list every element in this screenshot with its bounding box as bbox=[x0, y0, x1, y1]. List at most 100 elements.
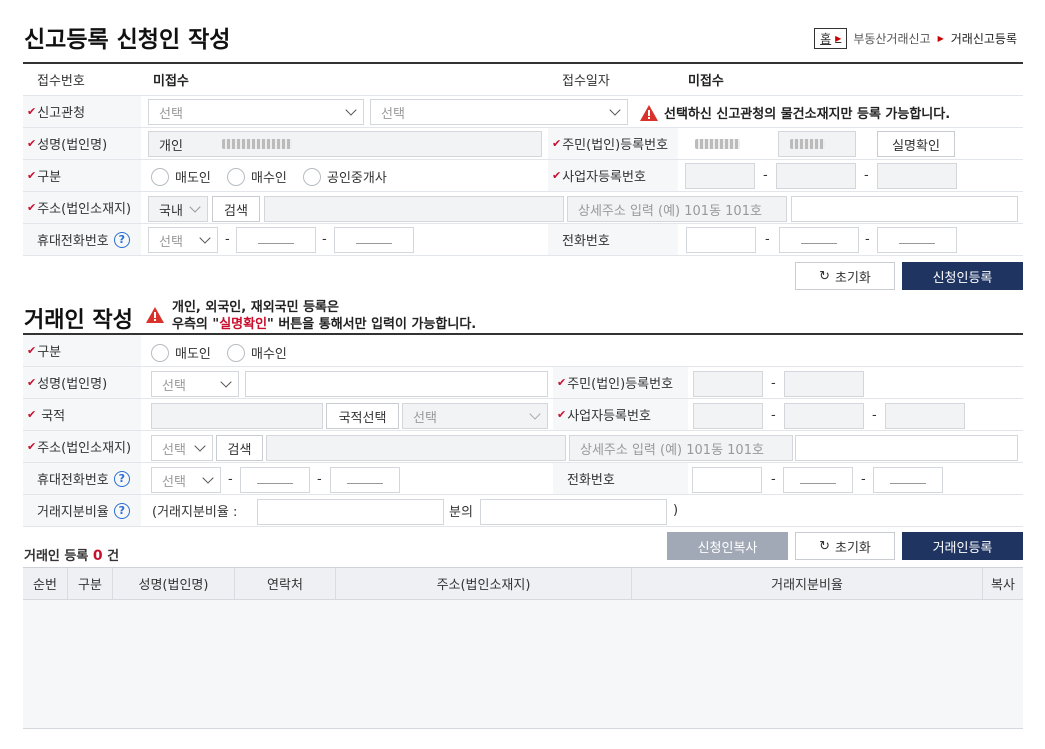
trader-phone-label: 전화번호 bbox=[553, 463, 688, 494]
trader-notice-line1: 개인, 외국인, 재외국민 등록은 bbox=[172, 300, 339, 315]
column-header: 연락처 bbox=[235, 568, 336, 599]
mobile-last-input[interactable] bbox=[334, 227, 414, 253]
help-icon[interactable]: ? bbox=[113, 231, 130, 248]
trader-notice-line2: 우측의 "실명확인" 버튼을 통해서만 입력이 가능합니다. bbox=[172, 317, 477, 332]
page-title: 신고등록 신청인 작성 bbox=[24, 27, 231, 53]
required-check-icon: ✔ bbox=[27, 201, 37, 214]
verify-name-button[interactable]: 실명확인 bbox=[877, 131, 955, 157]
bizno-input-2[interactable] bbox=[776, 163, 856, 189]
trader-phone-middle-input[interactable] bbox=[783, 467, 853, 493]
breadcrumb: 홈 ▶ 부동산거래신고 ▶ 거래신고등록 bbox=[814, 28, 1017, 49]
office-label: ✔ 신고관청 bbox=[23, 96, 141, 127]
phone-middle-input[interactable] bbox=[779, 227, 859, 253]
radio-seller[interactable]: 매도인 bbox=[151, 167, 211, 186]
mobile-middle-input[interactable] bbox=[236, 227, 316, 253]
office-warning: 선택하신 신고관청의 물건소재지만 등록 가능합니다. bbox=[640, 103, 950, 122]
trader-section-title: 거래인 작성 bbox=[24, 308, 133, 333]
trader-reset-button[interactable]: ↻ 초기화 bbox=[795, 532, 895, 560]
address-detail-input[interactable]: 상세주소 입력 (예) 101동 101호 bbox=[567, 196, 787, 222]
trader-mobile-last-input[interactable] bbox=[330, 467, 400, 493]
trader-address-search-button[interactable]: 검색 bbox=[216, 435, 263, 461]
trader-bizno-input-1[interactable] bbox=[693, 403, 763, 429]
input-placeholder-line bbox=[800, 476, 836, 484]
dash: - bbox=[225, 232, 230, 247]
chevron-down-icon bbox=[609, 104, 621, 116]
address-search-button[interactable]: 검색 bbox=[212, 196, 260, 222]
trader-address-select[interactable]: 선택 bbox=[151, 435, 213, 461]
name-label: ✔ 성명(법인명) bbox=[23, 128, 141, 159]
address-country-select[interactable]: 국내 bbox=[148, 196, 208, 222]
trader-name-type-select[interactable]: 선택 bbox=[151, 371, 239, 397]
ratio-denominator-input[interactable] bbox=[257, 499, 444, 525]
chevron-down-icon bbox=[189, 201, 201, 213]
copy-applicant-button[interactable]: 신청인복사 bbox=[667, 532, 788, 560]
trader-mobile-prefix-select[interactable]: 선택 bbox=[151, 467, 221, 493]
dash: - bbox=[771, 376, 776, 391]
office-select-1[interactable]: 선택 bbox=[148, 99, 364, 125]
trader-phone-area-input[interactable] bbox=[692, 467, 762, 493]
trader-name-input[interactable] bbox=[245, 371, 548, 397]
address-main-input[interactable] bbox=[264, 196, 564, 222]
radio-broker[interactable]: 공인중개사 bbox=[303, 167, 387, 186]
trader-address-extra-input[interactable] bbox=[795, 435, 1018, 461]
office-select-2[interactable]: 선택 bbox=[370, 99, 628, 125]
ratio-mid-text: 분의 bbox=[449, 505, 473, 520]
breadcrumb-section[interactable]: 부동산거래신고 bbox=[853, 30, 930, 47]
input-placeholder-line bbox=[258, 236, 294, 244]
applicant-reset-button[interactable]: ↻ 초기화 bbox=[795, 262, 895, 290]
address-extra-input[interactable] bbox=[791, 196, 1018, 222]
radio-buyer[interactable]: 매수인 bbox=[227, 167, 287, 186]
bizno-input-3[interactable] bbox=[877, 163, 957, 189]
trader-radio-buyer[interactable]: 매수인 bbox=[227, 343, 287, 362]
chevron-down-icon bbox=[220, 376, 232, 388]
mobile-prefix-select[interactable]: 선택 bbox=[148, 227, 218, 253]
receipt-no-label: 접수번호 bbox=[23, 64, 141, 95]
name-input[interactable]: 개인 bbox=[148, 131, 542, 157]
required-check-icon: ✔ bbox=[557, 408, 567, 421]
nationality-select-button[interactable]: 국적선택 bbox=[326, 403, 399, 429]
required-check-icon: ✔ bbox=[27, 376, 37, 389]
breadcrumb-home-link[interactable]: 홈 ▶ bbox=[814, 28, 848, 49]
help-icon[interactable]: ? bbox=[113, 470, 130, 487]
column-header: 순번 bbox=[23, 568, 68, 599]
dash: - bbox=[864, 168, 869, 183]
trader-phone-last-input[interactable] bbox=[873, 467, 943, 493]
dash: - bbox=[765, 232, 770, 247]
help-icon[interactable]: ? bbox=[113, 502, 130, 519]
trader-mobile-middle-input[interactable] bbox=[240, 467, 310, 493]
input-placeholder-line bbox=[899, 236, 935, 244]
trader-nationality-select[interactable]: 선택 bbox=[402, 403, 548, 429]
trader-rrn-back-input[interactable] bbox=[784, 371, 864, 397]
rrn-label: ✔ 주민(법인)등록번호 bbox=[548, 128, 678, 159]
dash: - bbox=[322, 232, 327, 247]
trader-rrn-label: ✔ 주민(법인)등록번호 bbox=[553, 367, 688, 398]
applicant-register-button[interactable]: 신청인등록 bbox=[902, 262, 1023, 290]
trader-bizno-input-3[interactable] bbox=[885, 403, 965, 429]
trader-address-main-input[interactable] bbox=[266, 435, 566, 461]
phone-area-input[interactable] bbox=[686, 227, 756, 253]
ratio-numerator-input[interactable] bbox=[480, 499, 667, 525]
ratio-suffix-text: ) bbox=[673, 503, 679, 518]
trader-rrn-front-input[interactable] bbox=[693, 371, 763, 397]
column-header: 복사 bbox=[991, 578, 1015, 593]
dash: - bbox=[763, 168, 768, 183]
input-placeholder-line bbox=[356, 236, 392, 244]
trader-radio-seller[interactable]: 매도인 bbox=[151, 343, 211, 362]
masked-name bbox=[222, 139, 292, 149]
trader-mobile-label: 휴대전화번호? bbox=[23, 463, 141, 494]
trader-table-body bbox=[23, 600, 1023, 729]
required-check-icon: ✔ bbox=[27, 137, 37, 150]
trader-address-detail-input[interactable]: 상세주소 입력 (예) 101동 101호 bbox=[569, 435, 793, 461]
chevron-down-icon bbox=[199, 232, 211, 244]
warning-icon bbox=[640, 104, 658, 121]
trader-nationality-input[interactable] bbox=[151, 403, 323, 429]
column-header: 구분 bbox=[68, 568, 113, 599]
trader-nationality-label: ✔ 국적 bbox=[23, 399, 141, 430]
breadcrumb-current: 거래신고등록 bbox=[950, 32, 1017, 46]
bizno-input-1[interactable] bbox=[685, 163, 755, 189]
trader-bizno-input-2[interactable] bbox=[784, 403, 864, 429]
type-label: ✔ 구분 bbox=[23, 160, 141, 191]
trader-register-button[interactable]: 거래인등록 bbox=[902, 532, 1023, 560]
refresh-icon: ↻ bbox=[819, 538, 830, 554]
phone-last-input[interactable] bbox=[877, 227, 957, 253]
